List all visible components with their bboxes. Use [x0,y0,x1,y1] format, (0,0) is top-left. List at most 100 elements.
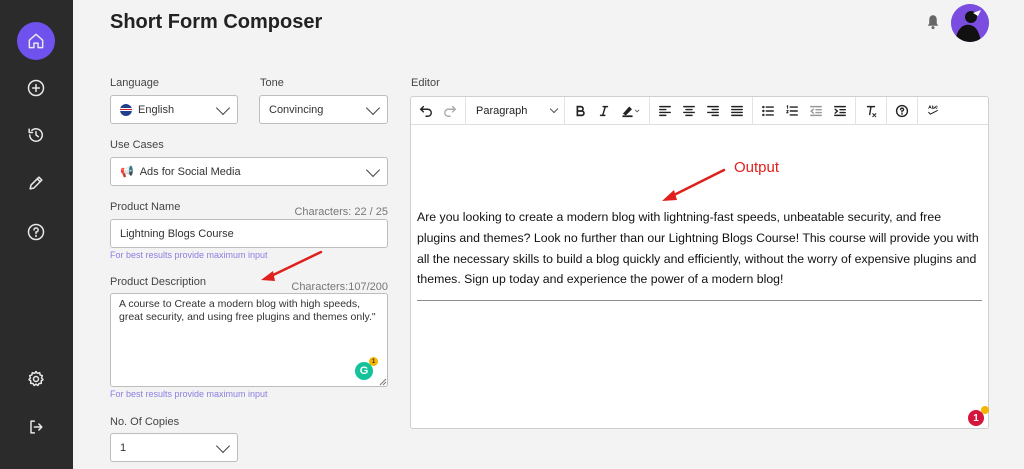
editor-toolbar: Paragraph [411,96,988,125]
italic-icon [599,105,609,116]
history-icon [28,128,43,142]
history-group [411,96,466,125]
text-style-group [565,96,650,125]
italic-button[interactable] [592,100,616,122]
question-circle-icon [895,104,909,117]
use-cases-select[interactable]: 📢 Ads for Social Media [110,157,388,186]
block-format-select[interactable]: Paragraph [469,100,561,122]
chevron-down-icon [215,438,231,453]
block-format-group: Paragraph [466,96,565,125]
avatar[interactable] [951,4,989,42]
chevron-down-icon [365,100,381,115]
editor-label: Editor [411,77,440,89]
product-name-value: Lightning Blogs Course [120,227,234,240]
align-right-button[interactable] [701,100,725,122]
gear-icon [28,370,44,387]
outdent-button[interactable] [804,100,828,122]
grammar-error-badge[interactable]: 1 [968,406,989,426]
rich-text-editor[interactable]: Paragraph Are you looking to create a mo… [410,96,989,429]
bullet-list-button[interactable] [756,100,780,122]
block-format-value: Paragraph [476,104,528,117]
chevron-down-icon [549,104,559,114]
grammarly-icon[interactable]: G 1 [355,357,378,380]
use-cases-label: Use Cases [110,139,164,151]
copies-select[interactable]: 1 [110,433,238,462]
redo-button[interactable] [438,100,462,122]
sidebar-item-home[interactable] [17,22,55,60]
product-description-label: Product Description [110,276,206,288]
product-name-label: Product Name [110,201,181,213]
align-justify-button[interactable] [725,100,749,122]
clear-formatting-icon [866,105,877,117]
clear-format-group [856,96,887,125]
highlight-color-button[interactable] [616,100,646,122]
grammar-error-count: 1 [973,412,979,424]
sidebar [0,0,73,469]
megaphone-icon: 📢 [120,166,134,178]
language-value: English [138,103,175,116]
sidebar-item-add[interactable] [17,69,55,107]
sidebar-item-edit[interactable] [17,164,55,202]
numbered-list-icon [785,104,798,116]
uk-flag-icon [120,103,132,116]
use-cases-value: Ads for Social Media [139,165,241,178]
product-description-textarea[interactable]: A course to Create a modern blog with hi… [110,293,388,387]
tone-label: Tone [260,77,284,89]
page-title: Short Form Composer [110,11,323,33]
product-description-value: A course to Create a modern blog with hi… [119,298,376,323]
align-center-button[interactable] [677,100,701,122]
indent-icon [834,105,846,116]
avatar-illustration-icon [951,4,989,42]
horizontal-rule [417,300,982,301]
language-label: Language [110,77,159,89]
copies-value: 1 [120,441,127,454]
spellcheck-button[interactable] [921,100,945,122]
outdent-icon [810,105,822,116]
redo-icon [444,105,457,117]
language-select[interactable]: English [110,95,238,124]
pencil-icon [29,176,43,190]
sidebar-item-settings[interactable] [17,360,55,398]
bold-icon [576,105,585,116]
clear-formatting-button[interactable] [859,100,883,122]
chevron-down-icon [365,162,381,177]
product-name-input[interactable]: Lightning Blogs Course [110,219,388,248]
bell-icon[interactable] [924,13,942,31]
editor-content[interactable]: Are you looking to create a modern blog … [417,207,982,290]
editor-help-button[interactable] [890,100,914,122]
annotation-arrow-output [662,168,726,201]
grammarly-letter: G [359,365,369,377]
product-description-hint: For best results provide maximum input [110,389,268,399]
sidebar-item-help[interactable] [17,213,55,251]
home-icon [28,33,44,49]
align-left-button[interactable] [653,100,677,122]
product-name-hint: For best results provide maximum input [110,250,268,260]
highlighter-icon [622,105,640,117]
spellcheck-icon [928,104,938,115]
annotation-arrow-description [261,250,323,281]
align-right-icon [707,105,719,116]
align-left-icon [659,105,671,116]
tone-select[interactable]: Convincing [259,95,388,124]
list-group [753,96,856,125]
plus-circle-icon [27,79,45,97]
tone-value: Convincing [269,103,324,116]
sidebar-item-logout[interactable] [17,408,55,446]
align-center-icon [683,105,695,116]
help-group [887,96,918,125]
logout-icon [30,420,43,434]
chevron-down-icon [215,100,231,115]
undo-icon [419,105,432,117]
spellcheck-group [918,97,948,125]
bullet-list-icon [762,105,774,116]
bold-button[interactable] [568,100,592,122]
resize-handle-icon[interactable] [379,378,387,386]
align-justify-icon [731,105,743,116]
undo-button[interactable] [414,100,438,122]
sidebar-item-history[interactable] [17,116,55,154]
product-name-char-count: Characters: 22 / 25 [294,206,388,218]
output-annotation: Output [734,159,780,176]
indent-button[interactable] [828,100,852,122]
numbered-list-button[interactable] [780,100,804,122]
alignment-group [650,96,753,125]
